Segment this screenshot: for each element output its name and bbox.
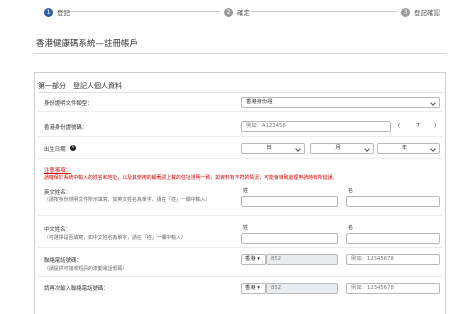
section-heading: 第一部分 登記人個人資料 (38, 82, 122, 90)
dob-day-value: 日 (266, 145, 272, 151)
caret-down-icon: ▾ (255, 256, 260, 262)
phone-hint: （請提供可接收短訊的流動電話號碼） (44, 266, 128, 272)
id-number-placeholder: 例如：A123456 (246, 123, 286, 129)
notice-text: 請確保於系統中輸入的姓名和地址，以及其使用的顯著詞上載的住址證明一致，如資料有不… (44, 175, 338, 181)
page-title: 香港健康碼系統—註冊帳戶 (36, 39, 139, 49)
title-divider (34, 53, 446, 54)
chinese-surname-input[interactable] (241, 233, 338, 244)
phone-region-value: 香港 (245, 256, 256, 262)
caret-down-icon: ▾ (255, 285, 260, 291)
phone-input[interactable]: 例如：12345678 (346, 254, 440, 265)
phone-confirm-label: 請再次輸入聯絡電話號碼： (44, 286, 109, 292)
step-number: 3 (401, 7, 410, 17)
phone-confirm-region-value: 香港 (245, 285, 256, 291)
id-type-value: 香港身份證 (246, 99, 273, 105)
notice-title: 注意事項： (44, 168, 71, 174)
step-number: 2 (224, 7, 233, 17)
english-name-label: 英文姓名： (44, 190, 71, 196)
field-divider (38, 111, 442, 112)
section-divider (38, 92, 442, 93)
phone-confirm-region-select[interactable]: 香港 ▾ (241, 283, 266, 294)
chinese-surname-label: 姓 (243, 225, 249, 231)
step-label: 登記確認 (414, 9, 440, 17)
step-label: 確定 (237, 9, 250, 17)
dob-year-value: 年 (401, 145, 408, 151)
chinese-name-hint: （可選擇是否填寫，如中文姓名為單字，請在「姓」一欄中輸入） (44, 235, 186, 241)
field-divider (38, 215, 442, 216)
field-divider (38, 136, 442, 137)
phone-country-code: 852 (266, 254, 338, 265)
check-digit-close-paren: ) (434, 123, 437, 129)
english-given-name-label: 名 (348, 188, 354, 194)
step-confirm: 2 確定 (224, 6, 250, 18)
check-digit-input[interactable]: 7 (404, 121, 432, 132)
english-name-hint: （請按身份證明文件所示填寫，如英文姓名為單字，請在「姓」一欄中輸入） (44, 197, 211, 203)
step-register: 1 登記 (44, 6, 70, 18)
english-surname-label: 姓 (243, 188, 249, 194)
check-digit-value: 7 (416, 123, 420, 129)
step-connector (58, 11, 220, 12)
step-number: 1 (44, 7, 53, 17)
phone-confirm-country-code: 852 (266, 283, 338, 294)
phone-region-select[interactable]: 香港 ▾ (241, 254, 266, 265)
english-surname-input[interactable] (241, 196, 338, 207)
dob-label: 出生日期 (44, 147, 66, 153)
personal-info-card (34, 72, 446, 314)
step-label: 登記 (57, 9, 70, 17)
english-given-name-input[interactable] (346, 196, 440, 207)
dob-year-select[interactable]: 年 (377, 143, 440, 154)
field-divider (38, 276, 442, 277)
id-number-input[interactable]: 例如：A123456 (241, 121, 391, 132)
phone-label: 聯絡電話號碼： (44, 258, 82, 264)
progress-stepper: 1 登記 2 確定 3 登記確認 (0, 0, 474, 24)
id-type-select[interactable]: 香港身份證 (241, 97, 440, 108)
dob-day-select[interactable]: 日 (241, 143, 305, 154)
chinese-name-label: 中文姓名： (44, 227, 71, 233)
phone-confirm-placeholder: 例如：12345678 (351, 285, 394, 291)
phone-country-code-value: 852 (271, 256, 282, 262)
chinese-given-name-label: 名 (348, 225, 354, 231)
phone-confirm-country-code-value: 852 (271, 285, 282, 291)
dob-month-value: 月 (335, 145, 341, 151)
phone-confirm-input[interactable]: 例如：12345678 (346, 283, 440, 294)
field-divider (38, 158, 442, 159)
info-icon[interactable]: i (70, 145, 76, 151)
id-number-label: 香港身份證號碼： (44, 125, 88, 131)
phone-placeholder: 例如：12345678 (351, 256, 394, 262)
id-type-label: 身份證明文件類型： (44, 101, 93, 107)
field-divider (38, 247, 442, 248)
check-digit-open-paren: ( (398, 123, 401, 129)
step-registration-confirmed: 3 登記確認 (401, 6, 440, 18)
dob-month-select[interactable]: 月 (310, 143, 374, 154)
step-connector (251, 11, 397, 12)
chinese-given-name-input[interactable] (346, 233, 440, 244)
